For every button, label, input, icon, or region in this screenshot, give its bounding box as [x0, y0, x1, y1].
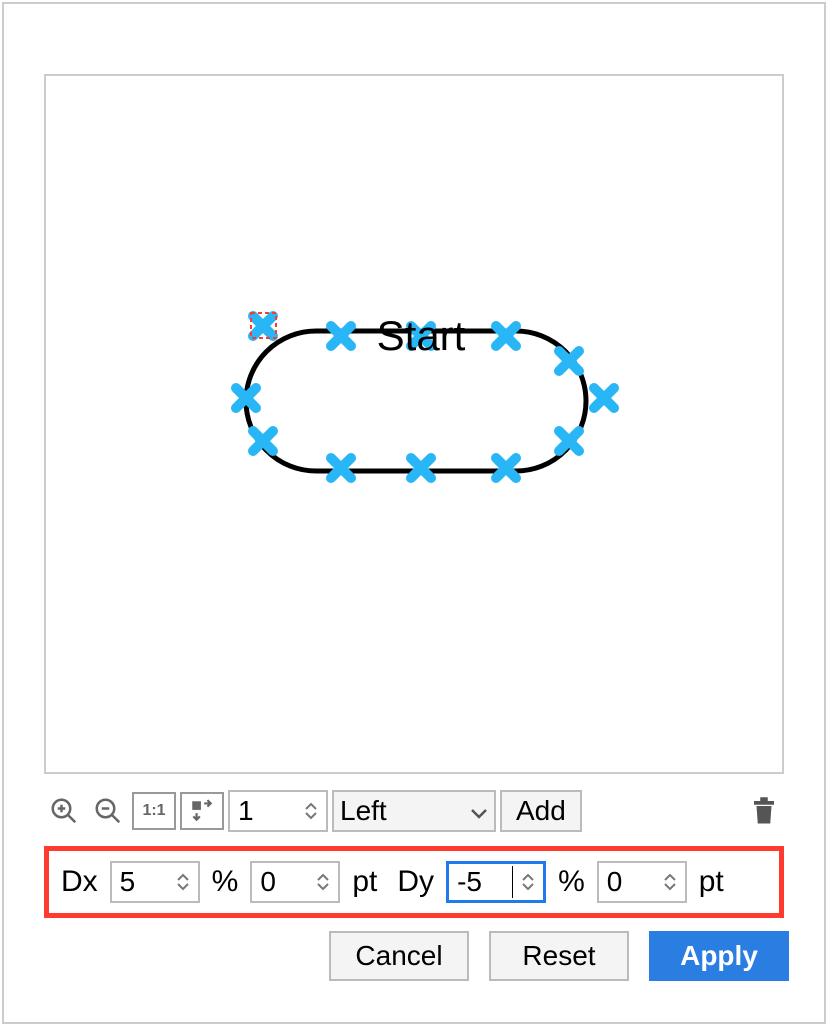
- point-bottom-1[interactable]: [331, 458, 351, 478]
- point-bottom-left[interactable]: [253, 431, 273, 451]
- dx-percent-input[interactable]: 5: [110, 861, 200, 903]
- reset-button[interactable]: Reset: [489, 931, 629, 981]
- chevron-down-icon: [470, 795, 488, 827]
- add-button-label: Add: [516, 795, 566, 827]
- delete-icon[interactable]: [744, 791, 784, 831]
- apply-button-label: Apply: [680, 940, 758, 972]
- point-top-right[interactable]: [559, 351, 579, 371]
- dy-label: Dy: [395, 865, 436, 899]
- point-top-3[interactable]: [496, 326, 516, 346]
- stepper-icon[interactable]: [302, 802, 320, 820]
- dy-percent-input[interactable]: -5: [446, 861, 546, 903]
- dx-pt-value: 0: [258, 866, 308, 898]
- dy-percent-unit: %: [556, 865, 587, 899]
- zoom-out-icon[interactable]: [88, 791, 128, 831]
- zoom-level-value: 1: [236, 795, 296, 827]
- direction-selected: Left: [340, 795, 387, 827]
- connection-points: [236, 316, 614, 478]
- stepper-icon[interactable]: [174, 873, 192, 891]
- zoom-toolbar: 1:1 1 Left Add: [44, 788, 784, 834]
- dialog-actions: Cancel Reset Apply: [44, 928, 789, 984]
- cancel-button-label: Cancel: [355, 940, 442, 972]
- dy-pt-value: 0: [605, 866, 655, 898]
- stadium-outline: [246, 331, 586, 471]
- point-bottom-right[interactable]: [559, 431, 579, 451]
- dx-percent-value: 5: [118, 866, 168, 898]
- stepper-icon[interactable]: [314, 873, 332, 891]
- shape-preview-canvas[interactable]: Start: [44, 74, 784, 774]
- point-bottom-2[interactable]: [411, 458, 431, 478]
- reset-button-label: Reset: [522, 940, 595, 972]
- point-top-1[interactable]: [331, 326, 351, 346]
- dx-pt-unit: pt: [350, 865, 379, 899]
- zoom-fit-icon[interactable]: [180, 792, 224, 830]
- direction-select[interactable]: Left: [332, 790, 496, 832]
- dx-percent-unit: %: [210, 865, 241, 899]
- point-left[interactable]: [236, 388, 256, 408]
- dy-pt-input[interactable]: 0: [597, 861, 687, 903]
- stepper-icon[interactable]: [661, 873, 679, 891]
- shape-svg: [46, 76, 786, 776]
- point-bottom-3[interactable]: [496, 458, 516, 478]
- zoom-level-input[interactable]: 1: [228, 790, 328, 832]
- dy-percent-value: -5: [455, 866, 513, 898]
- dx-label: Dx: [59, 865, 100, 899]
- add-button[interactable]: Add: [500, 790, 582, 832]
- cancel-button[interactable]: Cancel: [329, 931, 469, 981]
- apply-button[interactable]: Apply: [649, 931, 789, 981]
- zoom-reset-icon[interactable]: 1:1: [132, 792, 176, 830]
- dialog-frame: Start 1:1 1: [2, 2, 826, 1024]
- dx-pt-input[interactable]: 0: [250, 861, 340, 903]
- zoom-in-icon[interactable]: [44, 791, 84, 831]
- stepper-icon[interactable]: [519, 873, 537, 891]
- point-top-2[interactable]: [411, 326, 431, 346]
- offset-controls: Dx 5 % 0 pt Dy -5 % 0: [44, 846, 784, 918]
- point-right[interactable]: [594, 388, 614, 408]
- point-top-left[interactable]: [253, 316, 273, 336]
- dy-pt-unit: pt: [697, 865, 726, 899]
